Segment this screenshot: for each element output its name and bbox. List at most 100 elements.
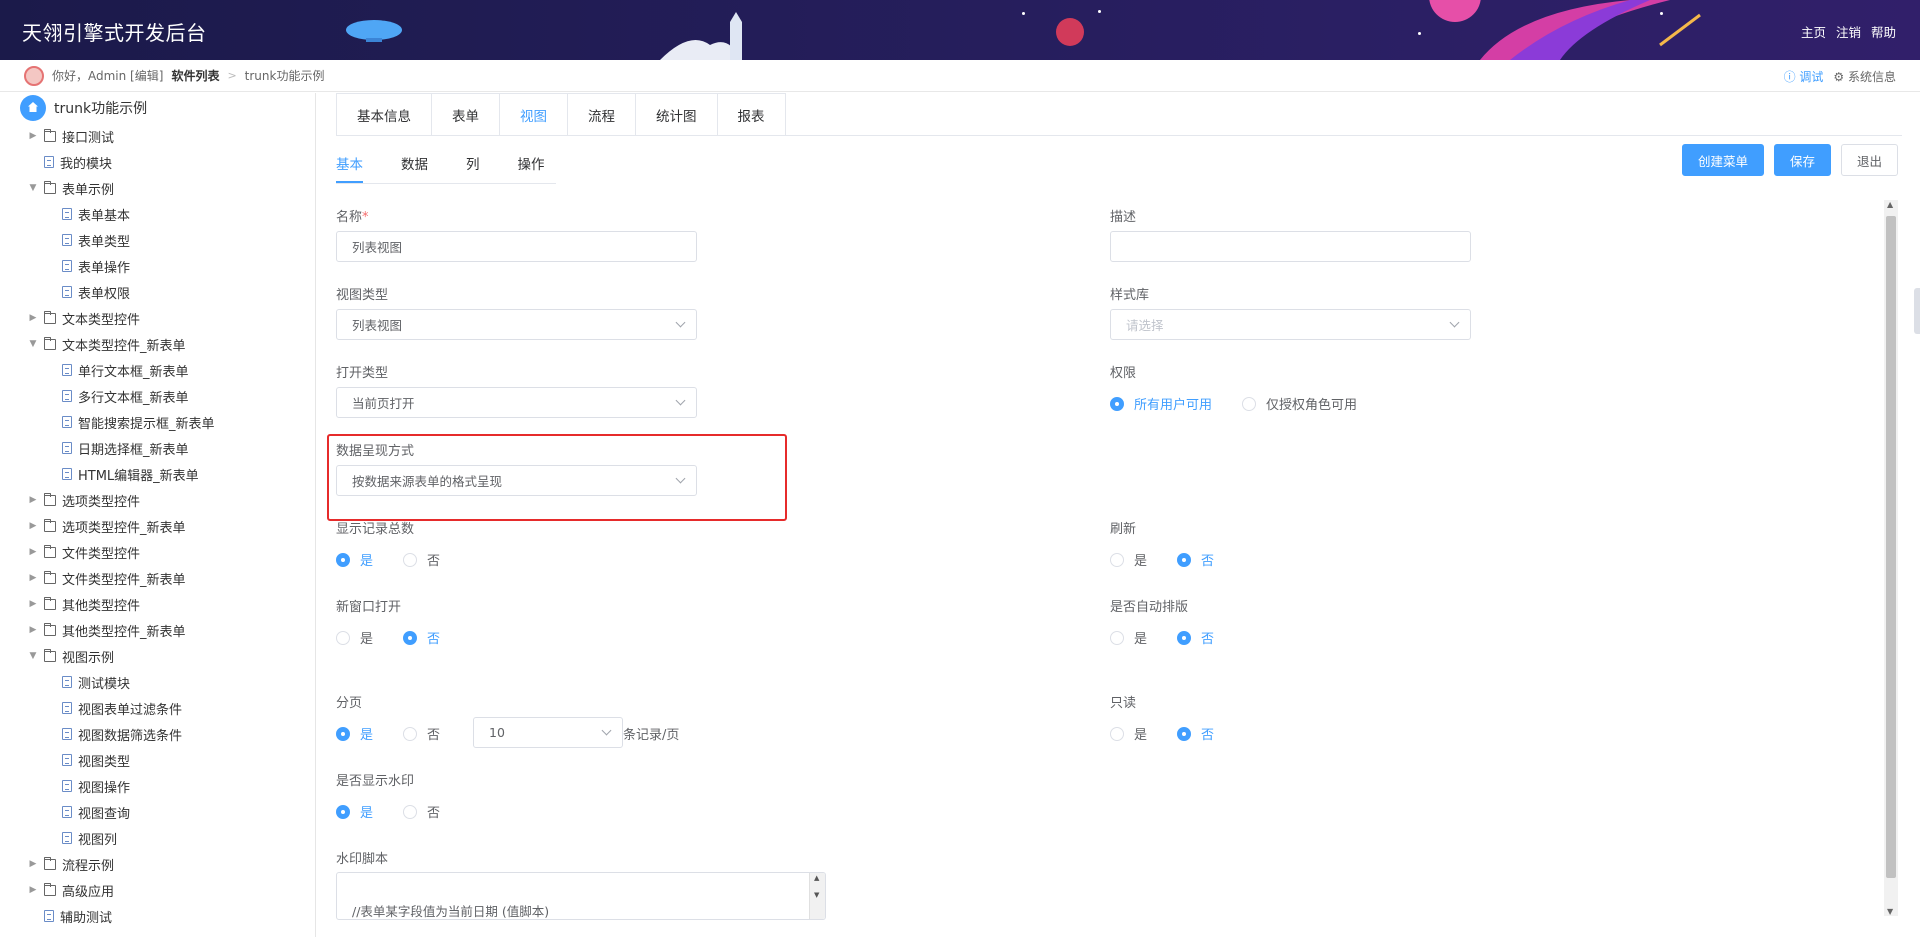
main-tab[interactable]: 视图: [500, 94, 568, 136]
caret-down-icon[interactable]: ▼: [28, 651, 38, 661]
greeting-text[interactable]: 你好，Admin [编辑]: [52, 67, 163, 84]
caret-right-icon[interactable]: ▶: [28, 573, 38, 583]
main-tab[interactable]: 报表: [717, 94, 785, 136]
caret-right-icon[interactable]: ▶: [28, 885, 38, 895]
new-window-yes-radio[interactable]: 是: [336, 628, 373, 647]
tree-item[interactable]: 表单操作: [46, 253, 130, 279]
tree-item[interactable]: ▶ 高级应用: [28, 877, 114, 903]
page-size-select[interactable]: 10: [473, 717, 623, 748]
tree-item[interactable]: ▼ 视图示例: [28, 643, 114, 669]
tree-item[interactable]: ▶ 选项类型控件_新表单: [28, 513, 186, 539]
tree-item[interactable]: ▶ 流程示例: [28, 851, 114, 877]
tree-root[interactable]: trunk功能示例: [0, 93, 315, 123]
watermark-no-radio[interactable]: 否: [403, 802, 440, 821]
tree-item[interactable]: ▼ 表单示例: [28, 175, 114, 201]
tree-item[interactable]: ▶ 其他类型控件: [28, 591, 140, 617]
readonly-yes-radio[interactable]: 是: [1110, 724, 1147, 743]
sub-tab[interactable]: 基本: [336, 143, 363, 183]
tree-item[interactable]: 我的模块: [28, 149, 112, 175]
main-tab[interactable]: 表单: [432, 94, 500, 136]
caret-right-icon[interactable]: ▶: [28, 495, 38, 505]
new-window-no-radio[interactable]: 否: [403, 628, 440, 647]
exit-button[interactable]: 退出: [1840, 144, 1898, 176]
readonly-radio-group: 是 否: [1110, 724, 1244, 743]
system-info-link[interactable]: ⚙ 系统信息: [1833, 68, 1896, 85]
collapse-handle[interactable]: [1914, 288, 1920, 334]
tree-item[interactable]: ▶ 文本类型控件: [28, 305, 140, 331]
caret-down-icon[interactable]: ▼: [28, 339, 38, 349]
tree-item[interactable]: HTML编辑器_新表单: [46, 461, 199, 487]
tree-item[interactable]: 视图查询: [46, 799, 130, 825]
refresh-no-radio[interactable]: 否: [1177, 550, 1214, 569]
caret-right-icon[interactable]: ▶: [28, 859, 38, 869]
sub-tab[interactable]: 操作: [518, 143, 545, 183]
tree-item[interactable]: ▶ 其他类型控件_新表单: [28, 617, 186, 643]
nav-home-link[interactable]: 主页: [1801, 22, 1826, 41]
caret-down-icon[interactable]: ▼: [28, 183, 38, 193]
avatar[interactable]: [24, 65, 44, 86]
tree-item[interactable]: 视图表单过滤条件: [46, 695, 182, 721]
breadcrumb-software-list[interactable]: 软件列表: [171, 67, 219, 84]
data-display-select[interactable]: 按数据来源表单的格式呈现: [336, 465, 697, 496]
paging-no-radio[interactable]: 否: [403, 724, 440, 743]
caret-right-icon[interactable]: ▶: [28, 599, 38, 609]
open-type-select[interactable]: 当前页打开: [336, 387, 697, 418]
paging-yes-radio[interactable]: 是: [336, 724, 373, 743]
tree-item[interactable]: 表单基本: [46, 201, 130, 227]
caret-right-icon[interactable]: ▶: [28, 313, 38, 323]
tree-item[interactable]: 表单类型: [46, 227, 130, 253]
caret-right-icon[interactable]: ▶: [28, 131, 38, 141]
tree-item[interactable]: ▼ 文本类型控件_新表单: [28, 331, 186, 357]
permission-role-radio[interactable]: 仅授权角色可用: [1242, 394, 1357, 413]
main-tab[interactable]: 基本信息: [337, 94, 432, 136]
show-total-no-radio[interactable]: 否: [403, 550, 440, 569]
tree-item[interactable]: 单行文本框_新表单: [46, 357, 189, 383]
nav-help-link[interactable]: 帮助: [1871, 22, 1896, 41]
name-input[interactable]: 列表视图: [336, 231, 697, 262]
create-menu-button[interactable]: 创建菜单: [1681, 144, 1764, 176]
tree-item[interactable]: 视图列: [46, 825, 117, 851]
tree-item[interactable]: 辅助测试: [28, 903, 112, 929]
tree-item[interactable]: 视图操作: [46, 773, 130, 799]
main-tab[interactable]: 流程: [568, 94, 636, 136]
style-library-select[interactable]: 请选择: [1110, 309, 1471, 340]
page-scrollbar[interactable]: ▲ ▼: [1884, 200, 1898, 916]
module-tree-sidebar: trunk功能示例 ▶ 接口测试 我的模块 ▼ 表单示例表单基本表单类型 表单操作 表单权限…: [0, 93, 316, 937]
debug-link[interactable]: ⓘ 调试: [1784, 68, 1824, 85]
refresh-yes-radio[interactable]: 是: [1110, 550, 1147, 569]
caret-right-icon[interactable]: ▶: [28, 521, 38, 531]
description-input[interactable]: [1110, 231, 1471, 262]
auto-layout-yes-radio[interactable]: 是: [1110, 628, 1147, 647]
tree-item[interactable]: ▶ 选项类型控件: [28, 487, 140, 513]
caret-right-icon[interactable]: ▶: [28, 547, 38, 557]
main-tab[interactable]: 统计图: [636, 94, 718, 136]
tree-item-label: 表单基本: [78, 208, 131, 224]
auto-layout-no-radio[interactable]: 否: [1177, 628, 1214, 647]
permission-all-radio[interactable]: 所有用户可用: [1110, 394, 1212, 413]
radio-dot: [403, 726, 418, 741]
scroll-up-icon[interactable]: ▲: [1887, 200, 1893, 209]
tree-item[interactable]: 日期选择框_新表单: [46, 435, 189, 461]
scroll-down-icon[interactable]: ▼: [1887, 907, 1893, 916]
tree-item[interactable]: 测试模块: [46, 669, 130, 695]
save-button[interactable]: 保存: [1773, 144, 1831, 176]
tree-item[interactable]: ▶ 接口测试: [28, 123, 114, 149]
readonly-no-radio[interactable]: 否: [1177, 724, 1214, 743]
sub-tab[interactable]: 列: [466, 143, 480, 183]
watermark-script-textarea[interactable]: //表单某字段值为当前日期 (值脚本): [336, 872, 826, 920]
watermark-yes-radio[interactable]: 是: [336, 802, 373, 821]
tree-item[interactable]: 视图类型: [46, 747, 130, 773]
view-type-select[interactable]: 列表视图: [336, 309, 697, 340]
tree-item[interactable]: ▶ 文件类型控件: [28, 539, 140, 565]
scrollbar-thumb[interactable]: [1886, 216, 1896, 878]
textarea-scrollbar[interactable]: [809, 873, 825, 919]
nav-logout-link[interactable]: 注销: [1836, 22, 1861, 41]
tree-item[interactable]: 表单权限: [46, 279, 130, 305]
caret-right-icon[interactable]: ▶: [28, 625, 38, 635]
tree-item[interactable]: 视图数据筛选条件: [46, 721, 182, 747]
tree-item[interactable]: 智能搜索提示框_新表单: [46, 409, 215, 435]
show-total-yes-radio[interactable]: 是: [336, 550, 373, 569]
tree-item[interactable]: ▶ 文件类型控件_新表单: [28, 565, 186, 591]
tree-item[interactable]: 多行文本框_新表单: [46, 383, 189, 409]
sub-tab[interactable]: 数据: [401, 143, 428, 183]
